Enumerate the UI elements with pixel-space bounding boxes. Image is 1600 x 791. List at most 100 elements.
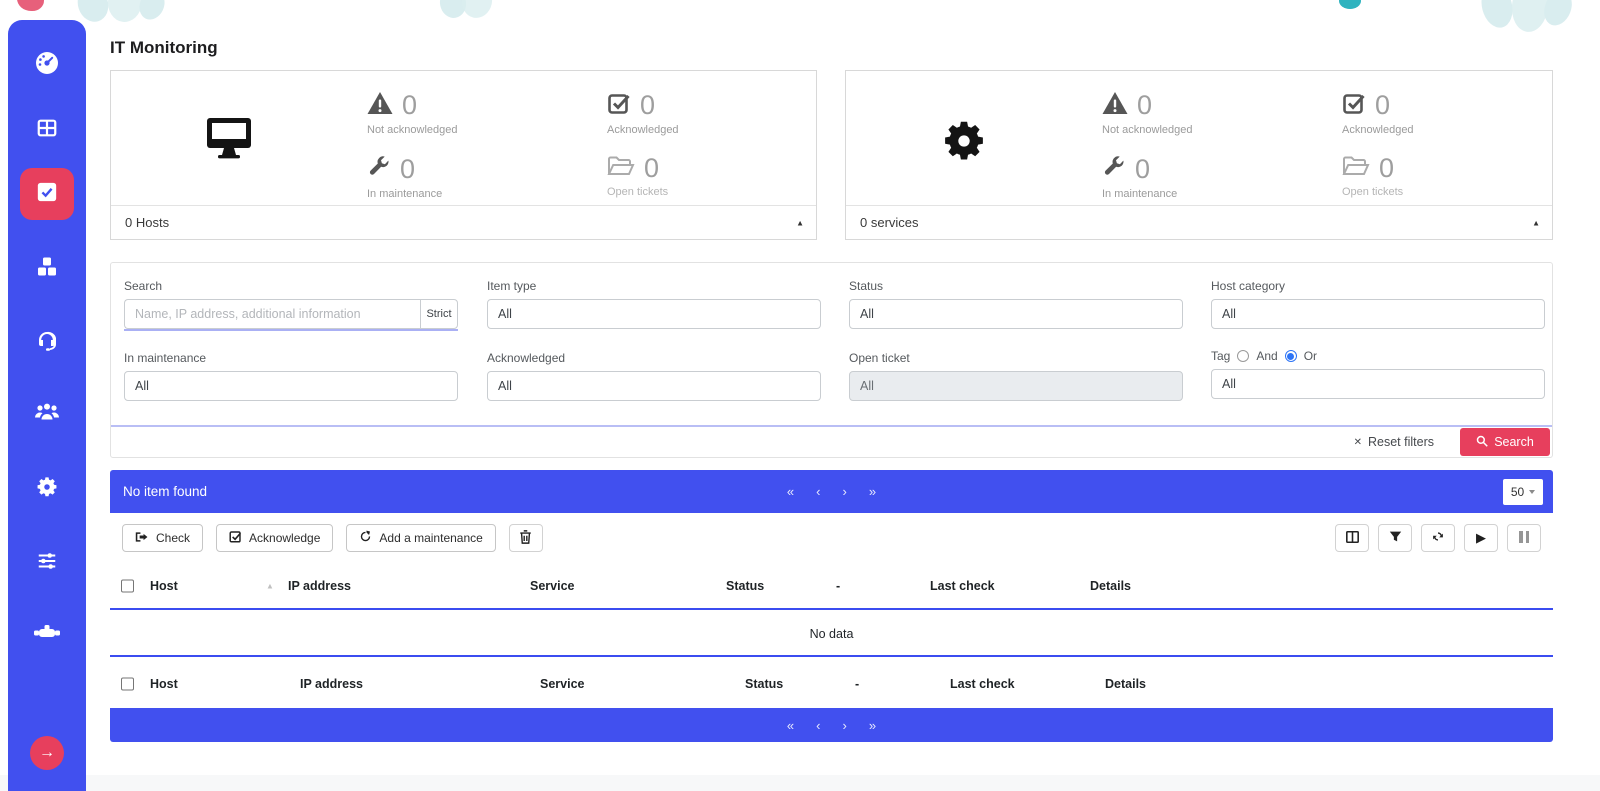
column-header-last-check[interactable]: Last check — [950, 677, 1015, 691]
column-header-status[interactable]: Status — [726, 579, 764, 593]
chevron-down-icon — [1529, 490, 1535, 494]
column-header-details[interactable]: Details — [1090, 579, 1131, 593]
sign-out-icon — [135, 531, 149, 546]
filter-button[interactable] — [1378, 524, 1412, 552]
reset-filters-button[interactable]: ✕Reset filters — [1354, 435, 1434, 449]
tag-or-label: Or — [1304, 349, 1317, 363]
search-button[interactable]: Search — [1460, 428, 1550, 456]
pause-button — [1507, 524, 1541, 552]
check-square-icon — [607, 91, 631, 120]
tachometer-icon — [34, 50, 60, 81]
decor-leaf — [106, 0, 144, 24]
users-icon — [34, 402, 60, 427]
in-maintenance-select[interactable]: All — [124, 371, 458, 401]
decor-leaf — [1477, 0, 1517, 31]
column-header-service[interactable]: Service — [540, 677, 584, 691]
filter-footer: ✕Reset filters Search — [111, 425, 1552, 457]
column-header-service[interactable]: Service — [530, 579, 574, 593]
column-header-last-check[interactable]: Last check — [930, 579, 995, 593]
page-last-button[interactable]: » — [869, 484, 876, 499]
search-focus-underline — [124, 329, 458, 331]
select-all-checkbox[interactable] — [121, 677, 134, 690]
open-ticket-label: Open ticket — [849, 351, 1183, 365]
column-header-ip[interactable]: IP address — [288, 579, 351, 593]
refresh-icon — [1431, 530, 1445, 546]
tag-label: Tag — [1211, 349, 1230, 363]
plugin-icon — [34, 624, 60, 647]
empty-table-row: No data — [110, 612, 1553, 657]
table-footer-header-row: Host IP address Service Status - Last ch… — [110, 659, 1553, 708]
filter-icon — [1389, 530, 1402, 546]
sidebar-item-preferences[interactable] — [8, 550, 86, 577]
item-type-select[interactable]: All — [487, 299, 821, 329]
column-header-host[interactable]: Host — [150, 677, 178, 691]
page-size-select[interactable]: 50 — [1503, 479, 1543, 505]
folder-open-icon — [607, 155, 635, 182]
no-data-text: No data — [810, 627, 854, 641]
app-root: → IT Monitoring 0 Not acknowledged 0 Ack… — [0, 0, 1600, 791]
host-category-select[interactable]: All — [1211, 299, 1545, 329]
tag-or-radio[interactable] — [1285, 350, 1297, 362]
item-type-field: Item type All — [487, 279, 821, 329]
page-last-button[interactable]: » — [869, 718, 876, 733]
column-header-details[interactable]: Details — [1105, 677, 1146, 691]
sidebar-item-grid[interactable] — [8, 117, 86, 144]
collapse-caret-icon[interactable]: ▲ — [1532, 218, 1540, 227]
search-label: Search — [124, 279, 458, 293]
tag-select[interactable]: All — [1211, 369, 1545, 399]
sort-asc-icon[interactable]: ▲ — [266, 581, 274, 590]
delete-button[interactable] — [509, 524, 543, 552]
page-next-button[interactable]: › — [843, 718, 847, 733]
search-input[interactable] — [124, 299, 420, 329]
sidebar-item-settings[interactable] — [8, 476, 86, 503]
trash-icon — [519, 530, 532, 547]
status-select[interactable]: All — [849, 299, 1183, 329]
pagination-bottom: « ‹ › » — [787, 718, 876, 733]
sidebar-item-support[interactable] — [8, 329, 86, 358]
stat-in-maintenance: 0 In maintenance — [1102, 155, 1177, 200]
column-header-ip[interactable]: IP address — [300, 677, 363, 691]
tag-and-radio[interactable] — [1237, 350, 1249, 362]
column-header-status[interactable]: Status — [745, 677, 783, 691]
collapse-caret-icon[interactable]: ▲ — [796, 218, 804, 227]
acknowledged-select[interactable]: All — [487, 371, 821, 401]
column-header-host[interactable]: Host — [150, 579, 178, 593]
item-type-label: Item type — [487, 279, 821, 293]
page-next-button[interactable]: › — [843, 484, 847, 499]
acknowledged-label: Acknowledged — [487, 351, 821, 365]
decor-teal-dot — [1339, 0, 1361, 9]
column-header-dash: - — [836, 579, 840, 593]
page-first-button[interactable]: « — [787, 718, 794, 733]
sidebar-item-dashboard[interactable] — [8, 50, 86, 81]
page-prev-button[interactable]: ‹ — [816, 718, 820, 733]
strict-toggle-button[interactable]: Strict — [420, 299, 458, 329]
status-field: Status All — [849, 279, 1183, 329]
columns-button[interactable] — [1335, 524, 1369, 552]
decor-leaf — [135, 0, 169, 24]
add-maintenance-button[interactable]: Add a maintenance — [346, 524, 495, 552]
sidebar-item-monitoring-active[interactable] — [20, 168, 74, 220]
pause-icon — [1518, 531, 1531, 546]
stat-in-maintenance: 0 In maintenance — [367, 155, 442, 200]
sidebar-item-plugins[interactable] — [8, 624, 86, 647]
services-summary-card: 0 Not acknowledged 0 Acknowledged 0 In m… — [845, 70, 1553, 240]
check-square-icon — [1342, 91, 1366, 120]
play-button[interactable]: ▶ — [1464, 524, 1498, 552]
hosts-card-footer: 0 Hosts ▲ — [111, 205, 816, 239]
play-icon: ▶ — [1476, 530, 1486, 546]
sidebar-expand-button[interactable]: → — [30, 736, 64, 770]
page-first-button[interactable]: « — [787, 484, 794, 499]
sidebar-item-users[interactable] — [8, 402, 86, 427]
host-category-label: Host category — [1211, 279, 1545, 293]
acknowledge-button[interactable]: Acknowledge — [216, 524, 333, 552]
sidebar-item-modules[interactable] — [8, 255, 86, 284]
check-button[interactable]: Check — [122, 524, 203, 552]
page-prev-button[interactable]: ‹ — [816, 484, 820, 499]
select-all-checkbox[interactable] — [121, 579, 134, 592]
decor-leaf — [1539, 0, 1577, 30]
page-title: IT Monitoring — [110, 38, 218, 58]
refresh-button[interactable] — [1421, 524, 1455, 552]
host-category-field: Host category All — [1211, 279, 1545, 329]
stat-acknowledged: 0 Acknowledged — [1342, 91, 1414, 136]
results-header-bar: No item found « ‹ › » 50 — [110, 470, 1553, 513]
